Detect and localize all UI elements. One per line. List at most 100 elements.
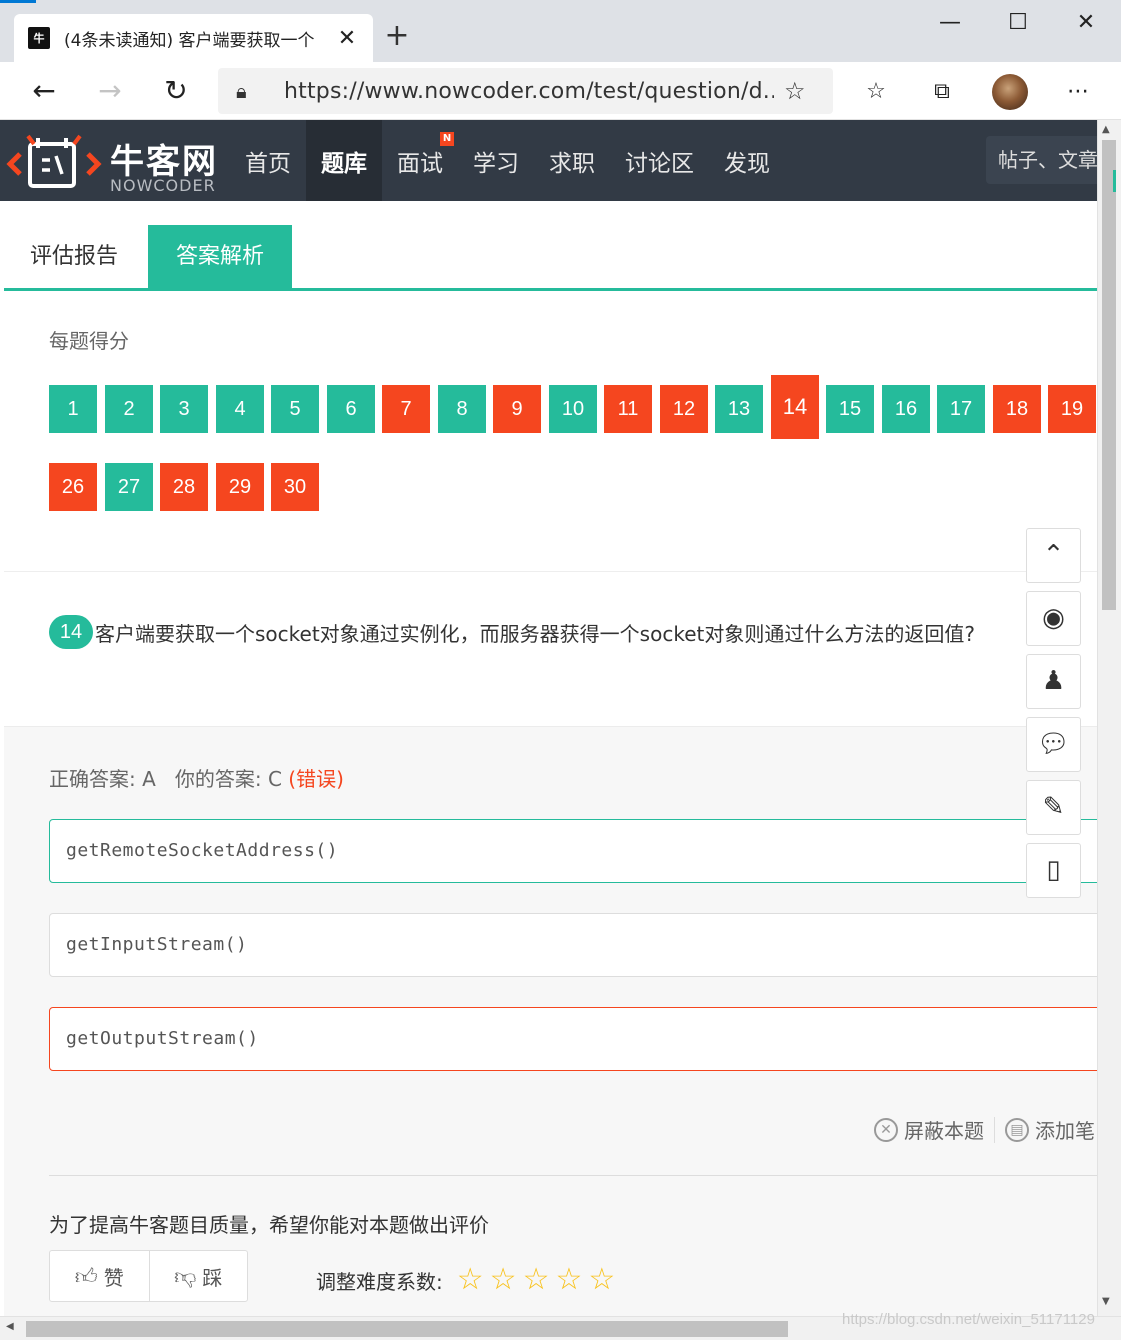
divider	[994, 1116, 995, 1143]
nav-label: 首页	[245, 150, 291, 177]
question-3-button[interactable]: 3	[160, 385, 208, 433]
question-26-button[interactable]: 26	[49, 463, 97, 511]
site-favicon-icon: 牛	[28, 27, 50, 49]
site-logo[interactable]: 牛客网 NOWCODER	[6, 128, 226, 195]
nowcoder-logo-icon	[6, 134, 102, 188]
minimize-button[interactable]: —	[930, 8, 970, 38]
question-16-button[interactable]: 16	[882, 385, 930, 433]
collections-icon[interactable]: ⧉	[926, 76, 958, 108]
star-icon[interactable]: ☆	[555, 1265, 582, 1295]
favorites-icon[interactable]: ☆	[860, 76, 892, 108]
block-icon[interactable]: ✕	[874, 1117, 898, 1142]
star-icon[interactable]: ☆	[523, 1265, 550, 1295]
divider	[49, 1175, 1097, 1176]
add-note-link[interactable]: 添加笔	[1035, 1115, 1095, 1144]
scrollbar-thumb[interactable]	[1102, 140, 1116, 610]
question-7-button[interactable]: 7	[382, 385, 430, 433]
question-28-button[interactable]: 28	[160, 463, 208, 511]
question-19-button[interactable]: 19	[1048, 385, 1096, 433]
wechat-icon[interactable]: 💬︎	[1026, 717, 1081, 772]
new-badge: N	[440, 132, 454, 146]
question-18-button[interactable]: 18	[993, 385, 1041, 433]
question-2-button[interactable]: 2	[105, 385, 153, 433]
back-arrow-icon[interactable]: ←	[24, 72, 64, 112]
nav-item-discuss[interactable]: 讨论区	[610, 120, 709, 201]
profile-avatar[interactable]	[992, 74, 1028, 110]
star-icon[interactable]: ☆	[457, 1265, 484, 1295]
nav-label: 题库	[321, 150, 367, 177]
star-rating: ☆ ☆ ☆ ☆ ☆	[457, 1265, 622, 1295]
nav-item-question-bank[interactable]: 题库	[306, 120, 382, 201]
nav-item-discover[interactable]: 发现	[709, 120, 785, 201]
question-15-button[interactable]: 15	[826, 385, 874, 433]
close-window-button[interactable]: ✕	[1066, 8, 1106, 38]
dislike-label: 踩	[202, 1265, 223, 1290]
question-30-button[interactable]: 30	[271, 463, 319, 511]
question-1-button[interactable]: 1	[49, 385, 97, 433]
tab-report[interactable]: 评估报告	[4, 225, 144, 288]
mobile-phone-icon[interactable]: ▯	[1026, 843, 1081, 898]
address-bar[interactable]: 🔒︎ https://www.nowcoder.com/test/questio…	[218, 68, 833, 114]
maximize-button[interactable]: ☐	[998, 8, 1038, 38]
score-section-title: 每题得分	[49, 329, 129, 353]
notebook-icon[interactable]: ▤	[1005, 1117, 1029, 1142]
tab-close-icon[interactable]: ✕	[335, 26, 359, 51]
answer-panel: 正确答案: A 你的答案: C (错误) getRemoteSocketAddr…	[4, 726, 1097, 1316]
correct-answer: 正确答案: A	[49, 767, 156, 791]
question-8-button[interactable]: 8	[438, 385, 486, 433]
difficulty-label: 调整难度系数:	[316, 1269, 443, 1294]
site-header: 牛客网 NOWCODER 首页 题库 面试 N 学习 求职 讨论区 发现 帖子、文…	[0, 120, 1097, 201]
question-12-button[interactable]: 12	[660, 385, 708, 433]
site-search-input[interactable]: 帖子、文章	[986, 136, 1097, 184]
star-icon[interactable]: ☆	[588, 1265, 615, 1295]
like-label: 赞	[103, 1265, 124, 1290]
watermark: https://blog.csdn.net/weixin_51171129	[842, 1311, 1095, 1328]
tab-title: (4条未读通知) 客户端要获取一个	[64, 30, 315, 51]
thumbs-up-icon: 👍︎	[74, 1264, 98, 1290]
lock-icon[interactable]: 🔒︎	[236, 79, 262, 103]
dislike-button[interactable]: 👎︎ 踩	[148, 1251, 248, 1301]
question-27-button[interactable]: 27	[105, 463, 153, 511]
question-6-button[interactable]: 6	[327, 385, 375, 433]
question-5-button[interactable]: 5	[271, 385, 319, 433]
vertical-scrollbar[interactable]: ▲ ▼	[1097, 120, 1121, 1316]
option-a: getRemoteSocketAddress()	[49, 819, 1097, 883]
nav-item-jobs[interactable]: 求职	[534, 120, 610, 201]
nav-item-home[interactable]: 首页	[230, 120, 306, 201]
question-13-button[interactable]: 13	[715, 385, 763, 433]
main-nav: 首页 题库 面试 N 学习 求职 讨论区 发现	[230, 120, 785, 201]
difficulty-rating: 调整难度系数: ☆ ☆ ☆ ☆ ☆	[316, 1265, 621, 1295]
tab-analysis[interactable]: 答案解析	[148, 225, 292, 288]
question-10-button[interactable]: 10	[549, 385, 597, 433]
question-14-button[interactable]: 14	[771, 375, 819, 439]
question-11-button[interactable]: 11	[604, 385, 652, 433]
nav-item-interview[interactable]: 面试 N	[382, 120, 458, 201]
refresh-icon[interactable]: ↻	[156, 72, 196, 112]
browser-tab[interactable]: 牛 (4条未读通知) 客户端要获取一个 ✕	[14, 14, 373, 62]
url-text[interactable]: https://www.nowcoder.com/test/question/d…	[284, 79, 774, 104]
scroll-left-arrow-icon[interactable]: ◀	[6, 1321, 14, 1332]
question-9-button[interactable]: 9	[493, 385, 541, 433]
question-stem: 14 客户端要获取一个socket对象通过实例化，而服务器获得一个socket对…	[49, 615, 975, 649]
logo-english-text: NOWCODER	[110, 176, 216, 195]
nav-item-learn[interactable]: 学习	[458, 120, 534, 201]
weibo-icon[interactable]: ◉	[1026, 591, 1081, 646]
like-button[interactable]: 👍︎ 赞	[50, 1251, 149, 1301]
question-29-button[interactable]: 29	[216, 463, 264, 511]
star-icon[interactable]: ☆	[490, 1265, 517, 1295]
forward-arrow-icon[interactable]: →	[90, 72, 130, 112]
block-question-link[interactable]: 屏蔽本题	[904, 1115, 984, 1144]
scrollbar-thumb[interactable]	[26, 1321, 788, 1337]
add-favorite-star-icon[interactable]: ☆	[784, 77, 806, 105]
new-tab-button[interactable]: +	[380, 18, 414, 54]
scroll-down-arrow-icon[interactable]: ▼	[1102, 1296, 1110, 1307]
back-to-top-chevron-up-icon[interactable]: ⌃	[1026, 528, 1081, 583]
scroll-position-marker	[1113, 170, 1116, 192]
question-4-button[interactable]: 4	[216, 385, 264, 433]
more-menu-icon[interactable]: ⋯	[1062, 76, 1094, 108]
scroll-up-arrow-icon[interactable]: ▲	[1102, 124, 1110, 135]
qq-icon[interactable]: ♟	[1026, 654, 1081, 709]
edit-pencil-icon[interactable]: ✎	[1026, 780, 1081, 835]
question-17-button[interactable]: 17	[937, 385, 985, 433]
nav-label: 求职	[549, 150, 595, 177]
